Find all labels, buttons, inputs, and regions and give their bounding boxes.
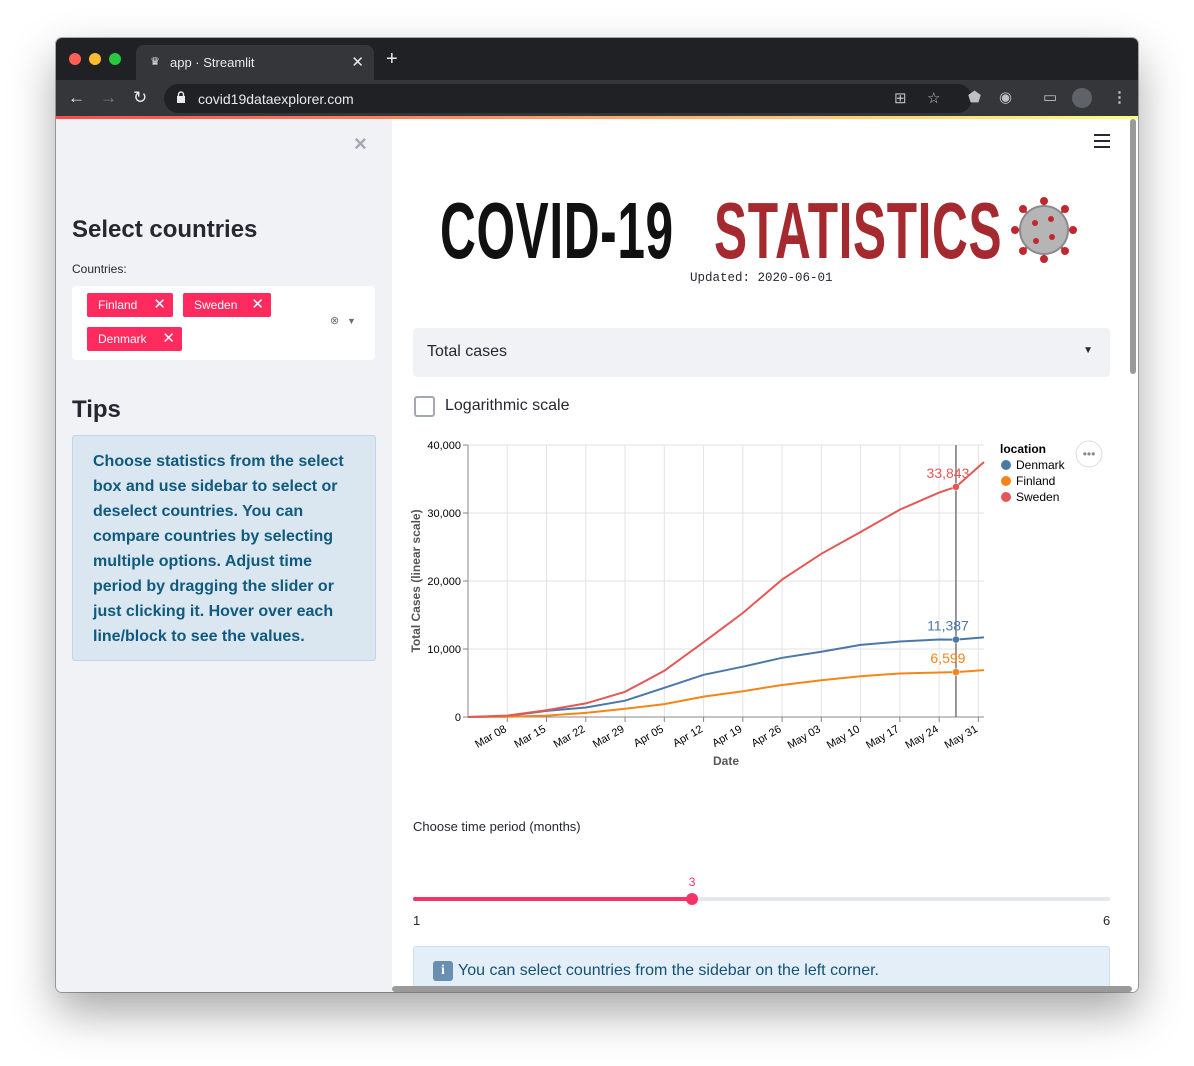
chip-denmark[interactable]: Denmark ✕ — [87, 327, 182, 351]
hover-label-finland: 6,599 — [930, 650, 965, 666]
hover-point-sweden — [952, 483, 960, 491]
crown-icon: ♛ — [150, 56, 160, 68]
slider-label: Choose time period (months) — [413, 819, 581, 834]
reload-icon[interactable]: ↻ — [133, 87, 147, 109]
legend-swatch-finland — [1001, 476, 1011, 486]
tips-heading: Tips — [72, 396, 121, 423]
address-bar[interactable]: covid19dataexplorer.com ⊞ ☆ — [164, 84, 972, 113]
info-text: You can select countries from the sideba… — [458, 962, 879, 979]
slider-fill — [413, 897, 692, 901]
y-tick-label: 40,000 — [427, 440, 461, 452]
x-axis-label: Date — [713, 754, 739, 768]
chip-finland[interactable]: Finland ✕ — [87, 293, 173, 317]
browser-window: ♛ app · Streamlit ✕ + ← → ↻ covid19datae… — [56, 38, 1138, 992]
browser-tab[interactable]: ♛ app · Streamlit ✕ — [136, 45, 374, 80]
sidebar: × Select countries Countries: Finland ✕ S… — [56, 119, 392, 992]
legend-label-denmark: Denmark — [1016, 458, 1066, 472]
x-tick-label: Mar 22 — [552, 723, 588, 751]
hover-point-denmark — [952, 635, 960, 644]
cases-line-chart[interactable]: 010,00020,00030,00040,000Mar 08 Mar 15 Mar… — [404, 427, 1104, 772]
y-tick-label: 10,000 — [427, 644, 461, 656]
legend-swatch-sweden — [1001, 492, 1011, 502]
hover-label-denmark: 11,387 — [927, 618, 969, 634]
extension-ring-icon[interactable]: ◉ — [999, 89, 1012, 107]
x-tick-label: May 31 — [943, 723, 980, 751]
x-tick-label: Mar 29 — [591, 723, 627, 751]
cast-icon[interactable]: ▭ — [1043, 89, 1057, 107]
chip-label: Denmark — [98, 332, 147, 346]
minimize-window-button[interactable] — [89, 53, 101, 65]
x-tick-label: May 24 — [903, 723, 940, 751]
x-tick-label: May 17 — [864, 723, 901, 751]
y-tick-label: 0 — [455, 712, 461, 724]
close-tab-icon[interactable]: ✕ — [351, 53, 364, 71]
extension-shield-icon[interactable]: ⬟ — [968, 89, 981, 107]
legend-label-finland: Finland — [1016, 474, 1055, 488]
remove-chip-icon[interactable]: ✕ — [153, 293, 166, 317]
chip-label: Finland — [98, 298, 138, 312]
x-tick-label: Mar 15 — [512, 723, 548, 751]
sidebar-heading: Select countries — [72, 216, 258, 243]
y-tick-label: 30,000 — [427, 508, 461, 520]
tips-box: Choose statistics from the select box an… — [72, 435, 376, 661]
hamburger-menu-icon[interactable] — [1094, 134, 1110, 148]
bookmark-star-icon[interactable]: ☆ — [927, 89, 940, 107]
vertical-scrollbar[interactable] — [1130, 119, 1136, 374]
y-tick-label: 20,000 — [427, 576, 461, 588]
forward-icon[interactable]: → — [100, 87, 117, 109]
chevron-down-icon[interactable]: ▼ — [347, 316, 356, 326]
chip-label: Sweden — [194, 298, 238, 312]
legend-swatch-denmark — [1001, 460, 1011, 470]
chip-sweden[interactable]: Sweden ✕ — [183, 293, 271, 317]
more-options-icon: ••• — [1083, 447, 1096, 461]
tab-title: app · Streamlit — [170, 55, 255, 70]
log-scale-checkbox[interactable] — [414, 396, 435, 417]
clear-all-icon[interactable]: ⊗ — [330, 314, 339, 327]
slider-min: 1 — [413, 913, 421, 928]
browser-menu-icon[interactable]: ⋮ — [1112, 89, 1127, 107]
legend-title: location — [1000, 442, 1046, 456]
updated-date: Updated: 2020-06-01 — [690, 271, 833, 285]
legend-label-sweden: Sweden — [1016, 490, 1059, 504]
x-tick-label: May 10 — [825, 723, 862, 751]
statistic-selectbox[interactable]: Total cases ▼ — [413, 328, 1110, 377]
lock-icon — [177, 91, 185, 103]
info-icon: i — [433, 961, 453, 981]
log-scale-label[interactable]: Logarithmic scale — [445, 397, 570, 415]
browser-toolbar: ← → ↻ covid19dataexplorer.com ⊞ ☆ ⬟ ◉ ▭ … — [56, 80, 1138, 116]
x-tick-label: Apr 05 — [632, 723, 666, 750]
slider-value: 3 — [688, 875, 696, 889]
slider-thumb[interactable] — [685, 893, 698, 905]
maximize-window-button[interactable] — [109, 53, 121, 65]
translate-icon[interactable]: ⊞ — [894, 89, 907, 107]
new-tab-button[interactable]: + — [386, 49, 398, 69]
hover-point-finland — [952, 668, 960, 676]
logo-left-text: COVID-19 — [440, 186, 674, 275]
x-tick-label: Apr 12 — [671, 723, 705, 750]
slider-max: 6 — [1103, 913, 1111, 928]
selected-statistic: Total cases — [427, 343, 508, 360]
main-content: COVID-19 STATISTICS Updated: 2020-06-01 … — [392, 119, 1138, 992]
back-icon[interactable]: ← — [68, 87, 85, 109]
chevron-down-icon: ▼ — [1083, 345, 1093, 356]
close-window-button[interactable] — [69, 53, 81, 65]
x-tick-label: May 03 — [786, 723, 823, 751]
countries-multiselect[interactable]: Finland ✕ Sweden ✕ Denmark ✕ ⊗ ▼ — [72, 286, 375, 360]
tab-bar: ♛ app · Streamlit ✕ + — [56, 38, 1138, 80]
profile-avatar[interactable] — [1072, 88, 1092, 108]
logo-right-text: STATISTICS — [714, 186, 1003, 275]
close-sidebar-icon[interactable]: × — [354, 131, 367, 157]
countries-label: Countries: — [72, 262, 127, 276]
horizontal-scrollbar[interactable] — [392, 986, 1132, 992]
y-axis-label: Total Cases (linear scale) — [409, 509, 423, 652]
virus-icon — [1011, 197, 1077, 263]
x-tick-label: Mar 08 — [473, 723, 509, 751]
url-text: covid19dataexplorer.com — [198, 91, 354, 107]
remove-chip-icon[interactable]: ✕ — [251, 293, 264, 317]
series-line-sweden — [467, 461, 985, 718]
remove-chip-icon[interactable]: ✕ — [162, 327, 175, 351]
hover-label-sweden: 33,843 — [927, 465, 970, 481]
x-tick-label: Apr 19 — [710, 723, 744, 750]
x-tick-label: Apr 26 — [750, 723, 784, 750]
